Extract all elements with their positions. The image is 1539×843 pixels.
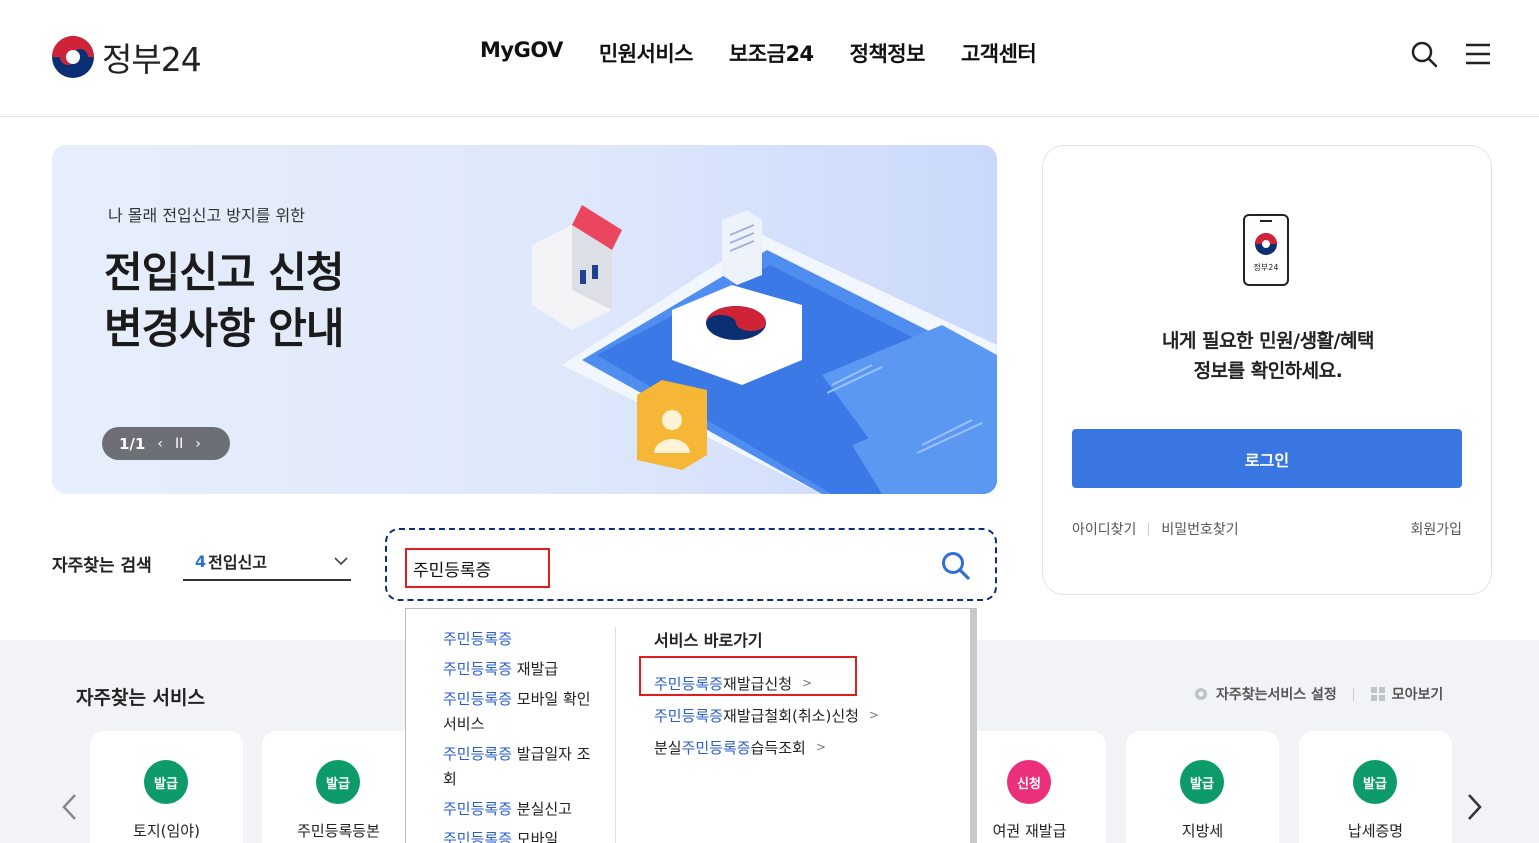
service-name: 토지(임야) xyxy=(133,822,200,840)
service-badge: 신청 xyxy=(1007,760,1051,804)
main-nav: MyGOV 민원서비스 보조금24 정책정보 고객센터 xyxy=(462,38,1054,68)
service-badge: 발급 xyxy=(144,760,188,804)
suggestion-highlight: 주민등록증 xyxy=(443,830,513,843)
nav-customer-center[interactable]: 고객센터 xyxy=(961,38,1037,68)
frequent-services-tools: 자주찾는서비스 설정 모아보기 xyxy=(1192,684,1443,704)
banner-title: 전입신고 신청 변경사항 안내 xyxy=(104,245,344,357)
suggestion-item[interactable]: 주민등록증 모바일 xyxy=(443,827,603,843)
suggestion-item[interactable]: 주민등록증 분실신고 xyxy=(443,797,603,822)
suggestion-rest: 재발급 xyxy=(512,660,559,678)
suggestion-highlight: 주민등록증 xyxy=(443,800,513,818)
find-password-link[interactable]: 비밀번호찾기 xyxy=(1161,519,1238,539)
divider xyxy=(1352,687,1354,701)
keyword-rank: 4 xyxy=(195,551,207,571)
chevron-right-icon[interactable]: › xyxy=(195,436,201,452)
chevron-left-icon[interactable] xyxy=(60,792,80,822)
service-card[interactable]: 발급 주민등록등본 xyxy=(262,731,415,843)
frequent-services-title: 자주찾는 서비스 xyxy=(76,687,205,709)
frequent-keyword-select[interactable]: 4 전입신고 xyxy=(183,543,351,581)
service-badge: 발급 xyxy=(316,760,360,804)
suggestion-item[interactable]: 주민등록증 발급일자 조회 xyxy=(443,742,603,792)
pause-icon[interactable]: II xyxy=(175,436,183,452)
suggestion-highlight: 주민등록증 xyxy=(443,630,513,648)
search-icon[interactable] xyxy=(1410,40,1438,68)
service-card[interactable]: 발급 납세증명 xyxy=(1299,731,1452,843)
grid-icon xyxy=(1370,687,1385,701)
login-links: 아이디찾기 비밀번호찾기 회원가입 xyxy=(1072,519,1462,539)
login-message-line2: 정보를 확인하세요. xyxy=(1193,360,1343,382)
banner-title-line1: 전입신고 신청 xyxy=(104,248,344,297)
nav-civil-service[interactable]: 민원서비스 xyxy=(599,38,694,68)
service-card[interactable]: 발급 지방세 xyxy=(1126,731,1279,843)
suggestion-rest: 모바일 xyxy=(512,830,559,843)
service-name: 납세증명 xyxy=(1347,822,1404,840)
logo-text: 정부24 xyxy=(102,40,202,79)
suggestion-item[interactable]: 주민등록증 모바일 확인 서비스 xyxy=(443,687,603,737)
banner-page-indicator: 1/1 xyxy=(119,434,146,453)
selection-highlight-box xyxy=(639,656,857,696)
keyword-text: 전입신고 xyxy=(208,553,268,572)
divider xyxy=(1148,522,1150,536)
logo[interactable]: 정부24 xyxy=(52,33,202,81)
shortcut-item[interactable]: 주민등록증 재발급철회(취소)신청 > xyxy=(654,699,879,731)
service-name: 지방세 xyxy=(1181,822,1224,840)
suggestion-highlight: 주민등록증 xyxy=(443,660,513,678)
service-card[interactable]: 발급 토지(임야) xyxy=(90,731,243,843)
divider xyxy=(615,627,616,843)
mobile-phone-icon: 정부24 xyxy=(1243,214,1289,286)
service-name: 주민등록등본 xyxy=(297,822,380,840)
chevron-right-icon: > xyxy=(815,740,826,754)
chevron-right-icon[interactable] xyxy=(1464,792,1484,822)
main-banner[interactable]: 나 몰래 전입신고 방지를 위한 전입신고 신청 변경사항 안내 1/1 ‹ I… xyxy=(52,145,997,494)
autocomplete-dropdown: 주민등록증 주민등록증 재발급 주민등록증 모바일 확인 서비스 주민등록증 발… xyxy=(405,608,977,843)
suggestion-item[interactable]: 주민등록증 재발급 xyxy=(443,657,603,682)
nav-mygov[interactable]: MyGOV xyxy=(480,38,563,68)
search-icon[interactable] xyxy=(940,550,972,582)
gear-icon xyxy=(1195,688,1207,700)
suggestion-highlight: 주민등록증 xyxy=(443,690,513,708)
suggestion-highlight: 주민등록증 xyxy=(443,745,513,763)
banner-illustration xyxy=(532,205,997,494)
suggestion-list: 주민등록증 주민등록증 재발급 주민등록증 모바일 확인 서비스 주민등록증 발… xyxy=(443,627,603,843)
nav-policy-info[interactable]: 정책정보 xyxy=(850,38,926,68)
view-all-button[interactable]: 모아보기 xyxy=(1392,684,1444,704)
login-button[interactable]: 로그인 xyxy=(1072,429,1462,488)
banner-subtitle: 나 몰래 전입신고 방지를 위한 xyxy=(108,206,305,225)
search-bar xyxy=(385,528,997,601)
frequent-search-label: 자주찾는 검색 xyxy=(52,556,152,576)
site-header: 정부24 MyGOV 민원서비스 보조금24 정책정보 고객센터 xyxy=(0,0,1539,117)
login-panel: 정부24 내게 필요한 민원/생활/혜택 정보를 확인하세요. 로그인 아이디찾… xyxy=(1042,145,1492,595)
shortcut-prefix: 분실 xyxy=(654,738,682,757)
suggestion-rest: 분실신고 xyxy=(512,800,572,818)
service-badge: 발급 xyxy=(1353,760,1397,804)
chevron-left-icon[interactable]: ‹ xyxy=(157,436,163,452)
phone-label: 정부24 xyxy=(1253,263,1279,272)
chevron-down-icon xyxy=(334,557,348,566)
login-message: 내게 필요한 민원/생활/혜택 정보를 확인하세요. xyxy=(1043,326,1493,386)
shortcut-rest: 재발급철회(취소)신청 xyxy=(723,706,859,725)
chevron-right-icon: > xyxy=(868,708,879,722)
taegeuk-logo-icon xyxy=(52,36,94,78)
shortcut-highlight: 주민등록증 xyxy=(654,706,724,725)
suggestion-item[interactable]: 주민등록증 xyxy=(443,627,603,652)
signup-link[interactable]: 회원가입 xyxy=(1410,519,1462,539)
hamburger-icon[interactable] xyxy=(1464,40,1492,68)
banner-title-line2: 변경사항 안내 xyxy=(104,304,344,353)
shortcut-highlight: 주민등록증 xyxy=(681,738,751,757)
login-message-line1: 내게 필요한 민원/생활/혜택 xyxy=(1162,330,1374,352)
service-badge: 발급 xyxy=(1180,760,1224,804)
frequent-services-settings[interactable]: 자주찾는서비스 설정 xyxy=(1216,684,1337,704)
shortcut-item[interactable]: 분실 주민등록증 습득조회 > xyxy=(654,731,879,763)
find-id-link[interactable]: 아이디찾기 xyxy=(1072,519,1136,539)
shortcut-title: 서비스 바로가기 xyxy=(654,631,763,650)
search-input[interactable] xyxy=(405,548,550,588)
scrollbar[interactable] xyxy=(970,609,977,843)
nav-subsidy[interactable]: 보조금24 xyxy=(729,38,814,68)
banner-pager: 1/1 ‹ II › xyxy=(102,427,230,460)
shortcut-rest: 습득조회 xyxy=(750,738,806,757)
